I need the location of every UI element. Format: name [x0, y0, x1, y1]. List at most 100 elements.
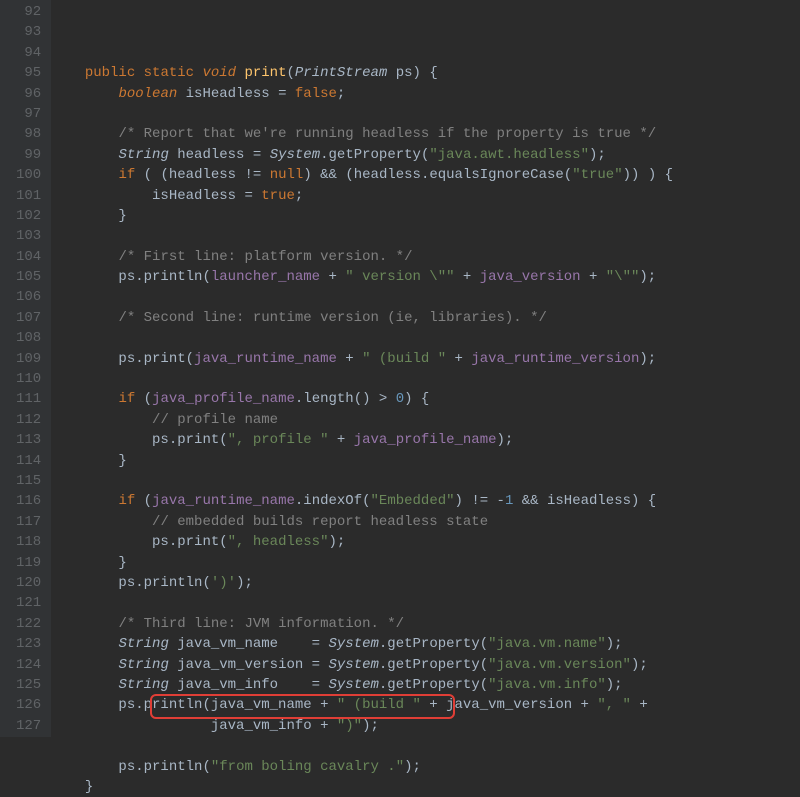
code-line[interactable]	[51, 736, 673, 756]
code-line[interactable]: ps.print(", profile " + java_profile_nam…	[51, 430, 673, 450]
code-token	[51, 514, 152, 530]
code-token: +	[345, 351, 362, 367]
code-token: String	[118, 677, 177, 693]
code-token: );	[328, 534, 345, 550]
code-token: boolean	[118, 86, 185, 102]
code-token: ) {	[413, 65, 438, 81]
code-token: launcher_name	[211, 269, 329, 285]
line-number: 119	[16, 553, 41, 573]
code-line[interactable]: String java_vm_name = System.getProperty…	[51, 634, 673, 654]
line-number: 99	[16, 145, 41, 165]
code-token: /* First line: platform version. */	[118, 249, 412, 265]
code-editor[interactable]: 9293949596979899100101102103104105106107…	[0, 0, 800, 737]
code-token: ) != -	[455, 493, 505, 509]
code-line[interactable]: if ( (headless != null) && (headless.equ…	[51, 165, 673, 185]
code-token: ", "	[597, 697, 639, 713]
code-line[interactable]: ps.println(')');	[51, 573, 673, 593]
code-line[interactable]: isHeadless = true;	[51, 186, 673, 206]
code-line[interactable]: }	[51, 553, 673, 573]
code-line[interactable]: ps.print(", headless");	[51, 532, 673, 552]
code-line[interactable]: public static void print(PrintStream ps)…	[51, 63, 673, 83]
code-token: java_runtime_version	[471, 351, 639, 367]
line-number: 114	[16, 451, 41, 471]
code-token: "java.vm.name"	[488, 636, 606, 652]
code-line[interactable]: String headless = System.getProperty("ja…	[51, 145, 673, 165]
line-number: 97	[16, 104, 41, 124]
code-token	[51, 493, 118, 509]
code-line[interactable]	[51, 104, 673, 124]
code-token: ")"	[337, 718, 362, 734]
code-token: )) ) {	[623, 167, 673, 183]
code-line[interactable]: }	[51, 451, 673, 471]
code-token: }	[51, 453, 127, 469]
line-number: 121	[16, 593, 41, 613]
code-token: isHeadless) {	[547, 493, 656, 509]
code-token: =	[278, 86, 295, 102]
code-token: "java.awt.headless"	[429, 147, 589, 163]
code-line[interactable]: }	[51, 777, 673, 797]
code-line[interactable]: ps.println(launcher_name + " version \""…	[51, 267, 673, 287]
code-line[interactable]: /* First line: platform version. */	[51, 247, 673, 267]
code-token: headless	[177, 147, 253, 163]
code-line[interactable]: /* Third line: JVM information. */	[51, 614, 673, 634]
code-line[interactable]: ps.println("from boling cavalry .");	[51, 757, 673, 777]
code-token: void	[202, 65, 244, 81]
code-token: .getProperty(	[379, 636, 488, 652]
code-token: .	[320, 147, 328, 163]
code-line[interactable]: ps.println(java_vm_name + " (build " + j…	[51, 695, 673, 715]
code-token: .indexOf(	[295, 493, 371, 509]
code-token: java_runtime_name	[194, 351, 345, 367]
code-token: java_profile_name	[354, 432, 497, 448]
code-token: =	[253, 147, 270, 163]
code-area[interactable]: public static void print(PrintStream ps)…	[51, 0, 673, 737]
code-line[interactable]	[51, 593, 673, 613]
code-line[interactable]: String java_vm_info = System.getProperty…	[51, 675, 673, 695]
code-token: ps.println(java_vm_name +	[51, 697, 337, 713]
code-token	[51, 677, 118, 693]
code-line[interactable]: /* Report that we're running headless if…	[51, 124, 673, 144]
code-token: }	[51, 208, 127, 224]
code-token: (	[144, 391, 152, 407]
line-number: 108	[16, 328, 41, 348]
code-token	[51, 310, 118, 326]
line-number: 104	[16, 247, 41, 267]
code-token: /* Third line: JVM information. */	[118, 616, 404, 632]
code-line[interactable]	[51, 369, 673, 389]
code-line[interactable]: /* Second line: runtime version (ie, lib…	[51, 308, 673, 328]
code-token: );	[362, 718, 379, 734]
code-token: );	[606, 677, 623, 693]
code-line[interactable]: }	[51, 206, 673, 226]
line-number: 123	[16, 634, 41, 654]
code-line[interactable]: // embedded builds report headless state	[51, 512, 673, 532]
code-line[interactable]: ps.print(java_runtime_name + " (build " …	[51, 349, 673, 369]
code-token: +	[589, 269, 606, 285]
code-token: java_profile_name	[152, 391, 295, 407]
code-line[interactable]	[51, 328, 673, 348]
code-line[interactable]	[51, 471, 673, 491]
line-number: 118	[16, 532, 41, 552]
line-number: 127	[16, 716, 41, 736]
line-number: 103	[16, 226, 41, 246]
code-token: ( (headless	[144, 167, 245, 183]
code-token	[51, 86, 118, 102]
code-line[interactable]: if (java_profile_name.length() > 0) {	[51, 389, 673, 409]
code-token: +	[463, 269, 480, 285]
line-number: 112	[16, 410, 41, 430]
code-line[interactable]: if (java_runtime_name.indexOf("Embedded"…	[51, 491, 673, 511]
code-line[interactable]: boolean isHeadless = false;	[51, 84, 673, 104]
code-line[interactable]: java_vm_info + ")");	[51, 716, 673, 736]
code-line[interactable]	[51, 226, 673, 246]
code-line[interactable]	[51, 288, 673, 308]
code-token: PrintStream	[295, 65, 396, 81]
code-token: =	[244, 188, 261, 204]
code-token: ", headless"	[228, 534, 329, 550]
code-token: );	[497, 432, 514, 448]
code-token: " (build "	[337, 697, 429, 713]
code-token: .length() >	[295, 391, 396, 407]
code-token	[51, 391, 118, 407]
code-token: ps.print(	[51, 432, 227, 448]
code-line[interactable]: String java_vm_version = System.getPrope…	[51, 655, 673, 675]
code-token: (	[144, 493, 152, 509]
code-token: " (build "	[362, 351, 454, 367]
code-line[interactable]: // profile name	[51, 410, 673, 430]
